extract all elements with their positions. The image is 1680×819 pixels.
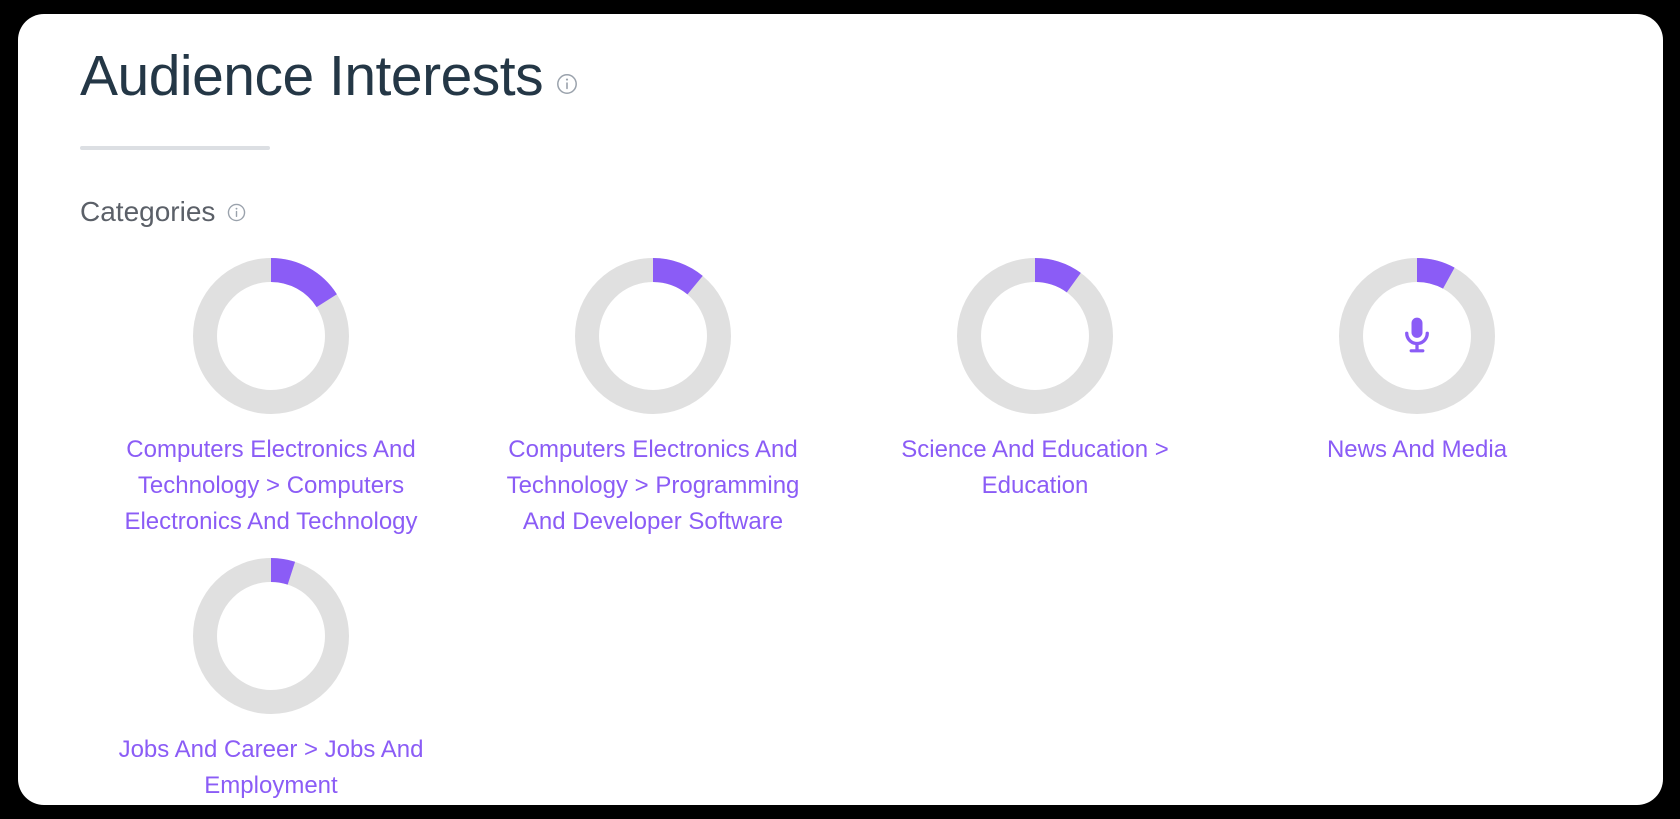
category-donut-grid: Computers Electronics And Technology > C… [80, 257, 1610, 805]
donut-chart[interactable] [193, 257, 349, 414]
page-header: Audience Interests [80, 44, 1663, 108]
donut-chart[interactable] [193, 557, 349, 714]
category-donut-cell: News And Media [1226, 257, 1608, 540]
screen-root: Audience Interests Categories Computers … [0, 0, 1680, 819]
microphone-icon [1339, 258, 1495, 414]
categories-section-header: Categories [80, 196, 1663, 228]
category-donut-cell: Science And Education > Education [844, 257, 1226, 540]
donut-svg [957, 257, 1113, 414]
category-label-link[interactable]: Science And Education > Education [870, 432, 1200, 504]
category-label-link[interactable]: Computers Electronics And Technology > P… [488, 432, 818, 540]
donut-chart[interactable] [575, 257, 731, 414]
donut-svg [193, 257, 349, 414]
info-circle-icon[interactable] [226, 202, 247, 223]
category-label-link[interactable]: Computers Electronics And Technology > C… [106, 432, 436, 540]
card-content: Audience Interests Categories Computers … [18, 14, 1663, 805]
donut-track [957, 257, 1113, 414]
donut-chart[interactable] [1339, 257, 1495, 414]
category-donut-cell: Computers Electronics And Technology > P… [462, 257, 844, 540]
donut-chart[interactable] [957, 257, 1113, 414]
donut-svg [575, 257, 731, 414]
category-donut-cell: Jobs And Career > Jobs And Employment [80, 557, 462, 804]
page-title: Audience Interests [80, 44, 544, 108]
info-circle-icon[interactable] [555, 72, 579, 96]
title-divider [80, 145, 270, 150]
category-label-link[interactable]: News And Media [1252, 432, 1582, 468]
audience-interests-card: Audience Interests Categories Computers … [18, 14, 1663, 805]
category-label-link[interactable]: Jobs And Career > Jobs And Employment [106, 732, 436, 804]
donut-track [575, 257, 731, 414]
categories-label: Categories [80, 195, 216, 227]
category-donut-cell: Computers Electronics And Technology > C… [80, 257, 462, 540]
donut-track [193, 557, 349, 714]
donut-svg [193, 557, 349, 714]
